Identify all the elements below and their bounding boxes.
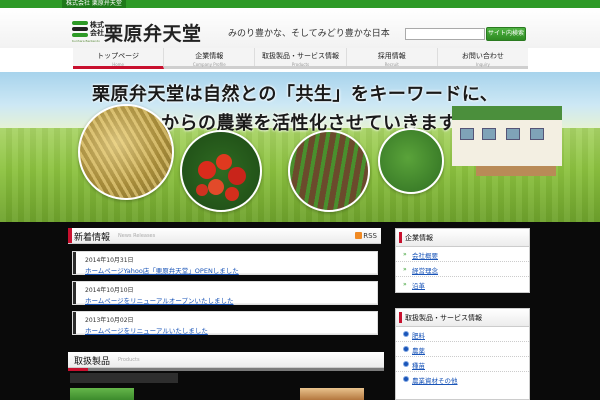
rss-icon	[355, 232, 363, 239]
products-tab-bar	[70, 373, 178, 383]
rice-photo	[78, 104, 174, 200]
nav-sublabel: Products	[291, 62, 310, 67]
sidebar-link-label: 肥料	[412, 332, 425, 340]
sidebar-products-box: 取扱製品・サービス情報 肥料 農薬 種苗 農業資材その他	[395, 308, 530, 400]
search-button[interactable]: サイト内検索	[486, 27, 526, 41]
nav-label: 採用情報	[377, 52, 406, 60]
news-subtitle: News Releases	[118, 233, 156, 239]
company-logo-icon[interactable]	[72, 21, 88, 38]
nav-label: お問い合わせ	[461, 52, 504, 60]
chevron-right-icon: »	[403, 281, 407, 288]
search-input[interactable]	[405, 28, 485, 40]
sidebar-link-label: 会社概要	[412, 252, 438, 260]
tagline: みのり豊かな、そしてみどり豊かな日本	[228, 29, 390, 39]
company-name[interactable]: 栗原弁天堂	[104, 19, 202, 46]
news-date: 2014年10月31日	[85, 257, 134, 264]
chevron-right-icon: »	[403, 251, 407, 258]
nav-item-home[interactable]: トップページ Home	[73, 48, 165, 69]
sidebar-link-label: 農薬	[412, 347, 425, 355]
nav-item-company[interactable]: 企業情報 Company Profile	[164, 48, 256, 67]
news-link[interactable]: ホームページYahoo店「栗原弁天堂」OPENしました	[85, 265, 239, 275]
sidebar-link-item[interactable]: 種苗	[396, 357, 529, 372]
product-thumbnail[interactable]	[70, 388, 134, 400]
product-thumbnail[interactable]	[300, 388, 364, 400]
nav-sublabel: Home	[112, 62, 124, 67]
building-photo	[446, 98, 596, 188]
company-prefix: 株式会社	[90, 21, 104, 37]
nav-item-inquiry[interactable]: お問い合わせ Inquiry	[438, 48, 528, 67]
sidebar-link-label: 農業資材その他	[412, 377, 458, 385]
tomato-photo	[180, 130, 262, 212]
news-item: 2014年10月10日 ホームページをリニューアルオープンいたしました	[72, 281, 378, 305]
logo-subtext: Kurihara Bentendo	[72, 39, 101, 43]
vegetable-photo	[378, 128, 444, 194]
top-strip: 株式会社 栗原弁天堂	[0, 0, 600, 8]
nav-label: 取扱製品・サービス情報	[262, 52, 339, 60]
sidebar-box-header: 企業情報	[396, 229, 529, 247]
news-item: 2013年10月02日 ホームページをリニューアルいたしました	[72, 311, 378, 335]
nav-label: 企業情報	[195, 52, 224, 60]
nav-sublabel: Inquiry	[475, 62, 490, 67]
sidebar-link-item[interactable]: 農薬	[396, 342, 529, 357]
nav-sublabel: Company Profile	[192, 62, 226, 67]
nav-sublabel: Recruit	[384, 62, 399, 67]
hero-headline-line1: 栗原弁天堂は自然との「共生」をキーワードに、	[92, 84, 499, 105]
bullet-icon	[403, 346, 409, 352]
products-underline	[68, 368, 384, 371]
sidebar-link-label: 経営理念	[412, 267, 438, 275]
sidebar-box-title: 取扱製品・サービス情報	[405, 314, 482, 322]
news-date: 2014年10月10日	[85, 287, 134, 294]
news-section-header: 新着情報 News Releases RSS	[68, 228, 381, 244]
sidebar-link-label: 沿革	[412, 282, 425, 290]
nav-item-products[interactable]: 取扱製品・サービス情報 Products	[255, 48, 347, 67]
sidebar-link-label: 種苗	[412, 362, 425, 370]
nav-label: トップページ	[97, 52, 140, 60]
sidebar-link-item[interactable]: » 沿革	[396, 277, 529, 292]
chevron-right-icon: »	[403, 266, 407, 273]
rss-link[interactable]: RSS	[355, 232, 377, 240]
sidebar-link-item[interactable]: 農業資材その他	[396, 372, 529, 387]
sidebar-company-box: 企業情報 » 会社概要 » 経営理念 » 沿革	[395, 228, 530, 293]
sidebar-link-item[interactable]: » 会社概要	[396, 247, 529, 262]
sidebar-box-title: 企業情報	[405, 234, 433, 242]
main-nav: トップページ Home 企業情報 Company Profile 取扱製品・サー…	[73, 48, 528, 69]
top-strip-label: 株式会社 栗原弁天堂	[62, 0, 126, 8]
sidebar-link-item[interactable]: » 経営理念	[396, 262, 529, 277]
news-link[interactable]: ホームページをリニューアルオープンいたしました	[85, 295, 233, 305]
field-rows-photo	[288, 130, 370, 212]
bullet-icon	[403, 376, 409, 382]
news-item: 2014年10月31日 ホームページYahoo店「栗原弁天堂」OPENしました	[72, 251, 378, 275]
news-title: 新着情報	[74, 233, 111, 243]
products-title: 取扱製品	[74, 357, 111, 367]
bullet-icon	[403, 331, 409, 337]
bullet-icon	[403, 361, 409, 367]
nav-item-recruit[interactable]: 採用情報 Recruit	[347, 48, 438, 67]
news-link[interactable]: ホームページをリニューアルいたしました	[85, 325, 208, 335]
news-date: 2013年10月02日	[85, 317, 134, 324]
rss-label: RSS	[363, 232, 377, 240]
sidebar-link-item[interactable]: 肥料	[396, 327, 529, 342]
products-subtitle: Products	[118, 357, 140, 363]
sidebar-box-header: 取扱製品・サービス情報	[396, 309, 529, 327]
products-section-header: 取扱製品 Products	[68, 352, 384, 368]
header: Kurihara Bentendo 株式会社 栗原弁天堂 みのり豊かな、そしてみ…	[0, 8, 600, 48]
